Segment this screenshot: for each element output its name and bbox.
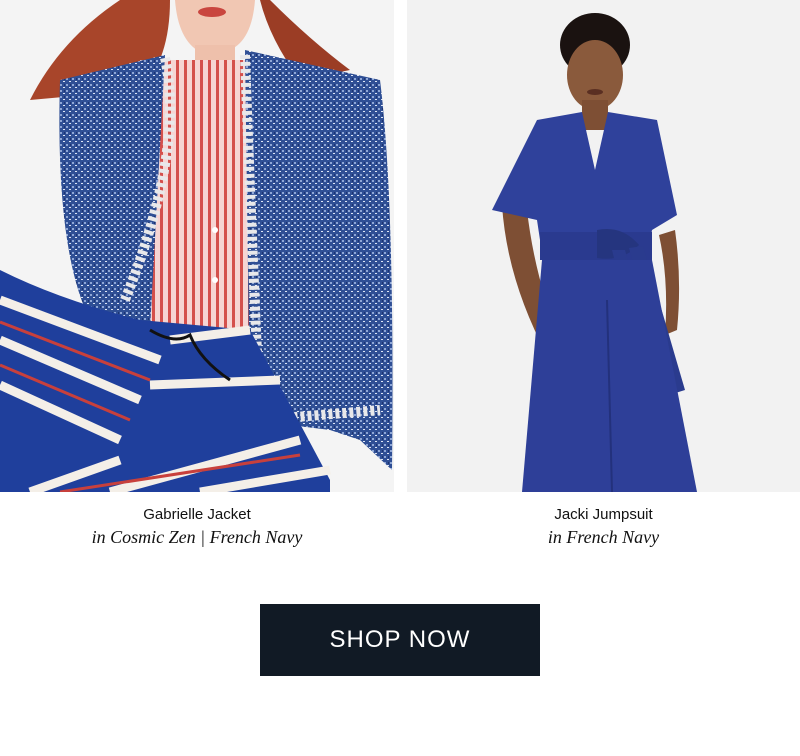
product-name[interactable]: Gabrielle Jacket <box>0 505 394 525</box>
product-variant: in French Navy <box>547 527 660 547</box>
jacki-jumpsuit-caption: Jacki Jumpsuit in French Navy <box>407 503 800 549</box>
gabrielle-jacket-caption: Gabrielle Jacket in Cosmic Zen | French … <box>0 503 394 549</box>
model-jumpsuit-photo-icon <box>407 0 800 492</box>
jacki-jumpsuit-image[interactable] <box>407 0 800 492</box>
product-name[interactable]: Jacki Jumpsuit <box>407 505 800 525</box>
gabrielle-jacket-image[interactable] <box>0 0 394 492</box>
shop-now-button[interactable]: SHOP NOW <box>260 604 540 676</box>
promo-page: Gabrielle Jacket in Cosmic Zen | French … <box>0 0 800 756</box>
model-tweed-jacket-photo-icon <box>0 0 394 492</box>
product-variant: in Cosmic Zen | French Navy <box>91 527 303 547</box>
